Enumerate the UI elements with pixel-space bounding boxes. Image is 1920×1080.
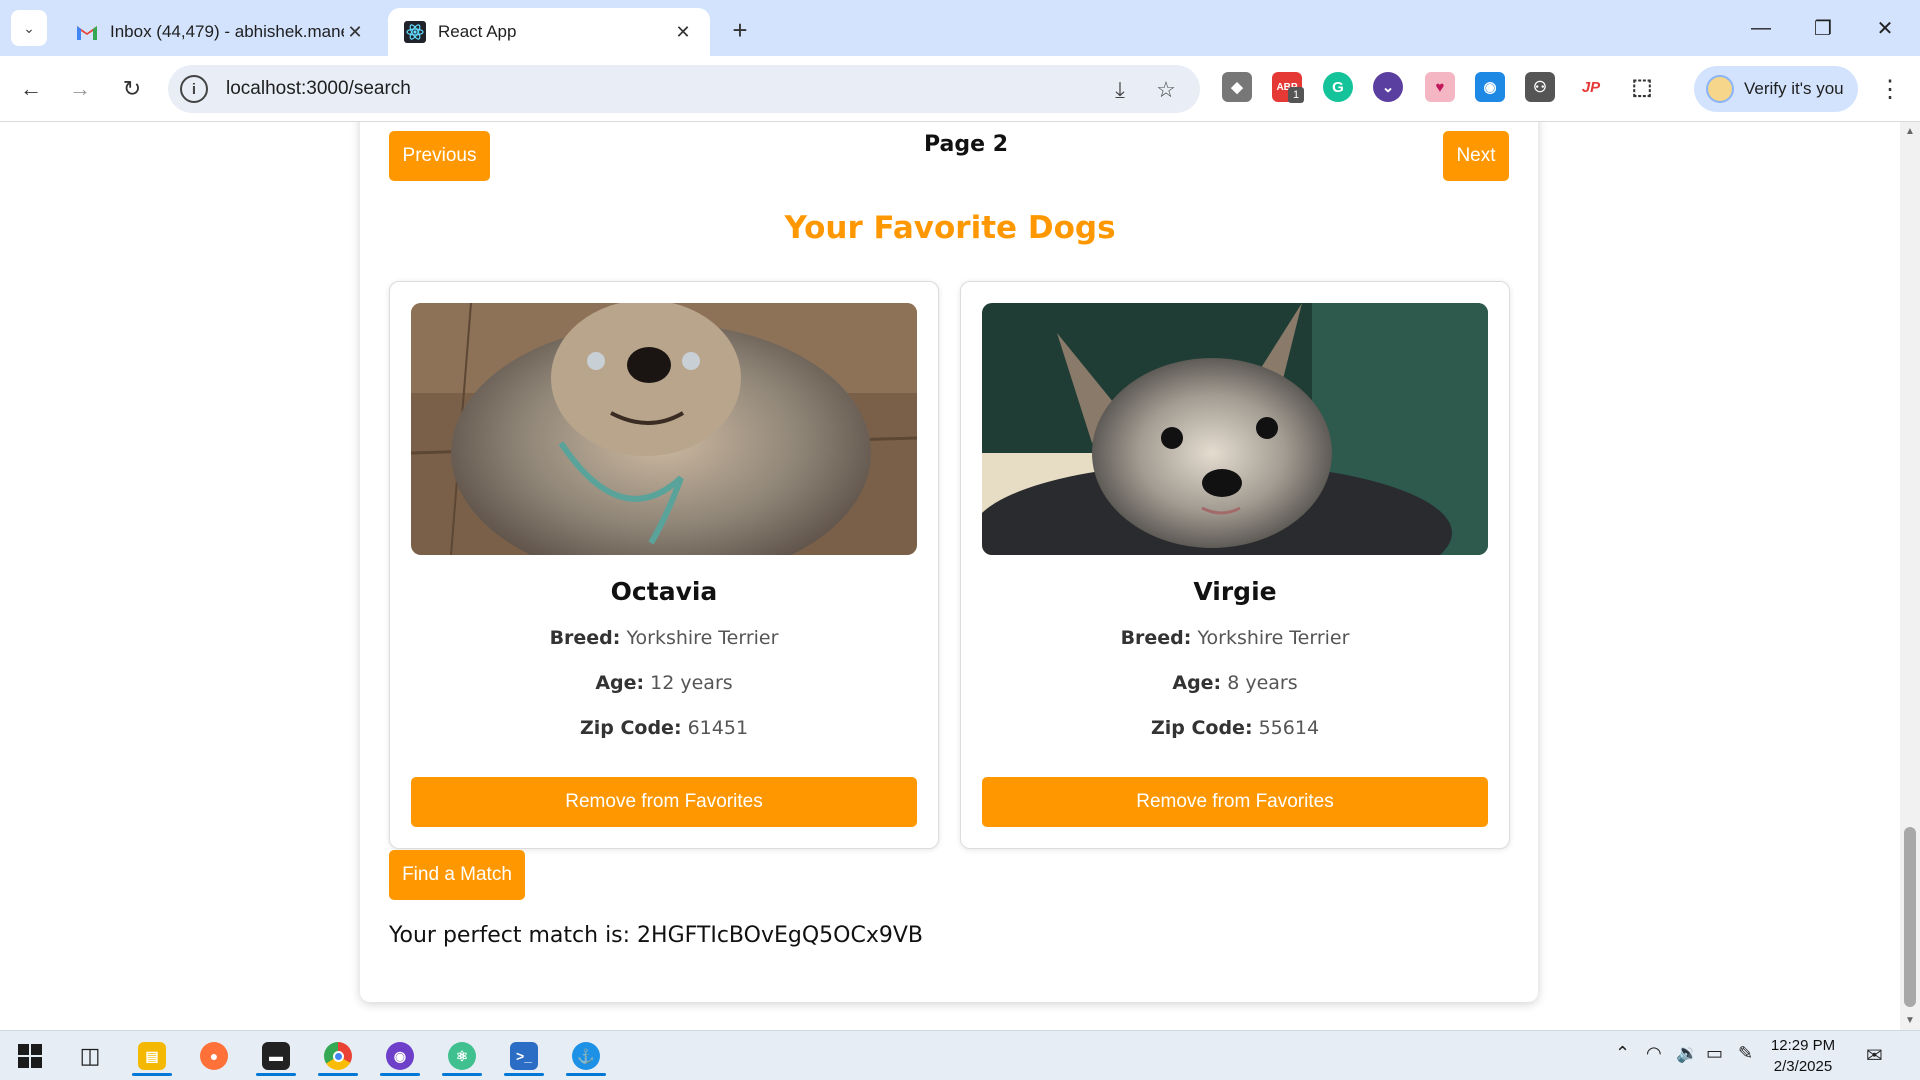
site-info-icon[interactable]: i <box>180 75 208 103</box>
gmail-icon <box>76 21 98 43</box>
windows-taskbar: ◫ ▤ ● ▬ ◉ ⚛ >_ ⚓ ⌃ ◠ 🔉 ▭ ✎ 12:29 PM 2/3/… <box>0 1030 1920 1080</box>
chrome-icon <box>324 1042 352 1070</box>
minimize-button[interactable]: — <box>1732 8 1790 48</box>
tab-title: Inbox (44,479) - abhishek.mane33 <box>110 22 344 41</box>
remove-favorite-button[interactable]: Remove from Favorites <box>411 777 917 827</box>
dog-photo <box>411 303 917 555</box>
robot-extension-icon[interactable]: ⚇ <box>1525 72 1555 102</box>
dog-card: Virgie Breed: Yorkshire Terrier Age: 8 y… <box>960 281 1510 849</box>
arrow-right-icon: → <box>69 76 91 101</box>
profile-verify-button[interactable]: Verify it's you <box>1694 66 1858 112</box>
next-page-button[interactable]: Next <box>1443 131 1509 181</box>
page-indicator: Page 2 <box>923 132 1008 157</box>
dog-name: Octavia <box>610 577 718 606</box>
minimize-icon: — <box>1751 16 1771 39</box>
docker-icon: ⚓ <box>572 1042 600 1070</box>
reload-icon: ↻ <box>122 76 142 101</box>
dog-zip: Zip Code: 55614 <box>1150 717 1320 739</box>
verify-label: Verify it's you <box>1744 79 1844 98</box>
task-view-button[interactable]: ◫ <box>64 1036 116 1076</box>
restore-button[interactable]: ❐ <box>1794 8 1852 48</box>
chevron-down-icon: ⌄ <box>23 19 35 36</box>
powershell-icon: >_ <box>510 1042 538 1070</box>
folder-icon: ▤ <box>138 1042 166 1070</box>
avatar <box>1706 75 1734 103</box>
taskbar-dark-app[interactable]: ▬ <box>250 1036 302 1076</box>
close-window-button[interactable]: ✕ <box>1856 8 1914 48</box>
favorites-heading: Your Favorite Dogs <box>784 210 1116 246</box>
tab-search-button[interactable]: ⌄ <box>11 10 47 46</box>
pocket-extension-icon[interactable]: ♥ <box>1425 72 1455 102</box>
taskbar-atom[interactable]: ⚛ <box>436 1036 488 1076</box>
task-view-icon: ◫ <box>79 1043 101 1068</box>
bookmark-star-icon[interactable]: ☆ <box>1151 75 1181 105</box>
tab-title: React App <box>438 22 517 41</box>
find-match-button[interactable]: Find a Match <box>389 850 525 900</box>
kebab-menu-icon[interactable]: ⋮ <box>1874 72 1906 106</box>
scroll-up-arrow-icon[interactable]: ▲ <box>1904 126 1916 137</box>
address-bar[interactable]: i localhost:3000/search ⤓ ☆ <box>168 65 1200 113</box>
taskbar-chrome[interactable] <box>312 1036 364 1076</box>
battery-icon[interactable]: ▭ <box>1706 1043 1723 1064</box>
arrow-left-icon: ← <box>20 76 42 101</box>
taskbar-file-explorer[interactable]: ▤ <box>126 1036 178 1076</box>
tab-gmail[interactable]: Inbox (44,479) - abhishek.mane33 ✕ <box>60 8 382 56</box>
browser-toolbar: ← → ↻ i localhost:3000/search ⤓ ☆ ◆ ABP … <box>0 56 1920 122</box>
tab-react-app[interactable]: React App ✕ <box>388 8 710 56</box>
tab-strip: ⌄ Inbox (44,479) - abhishek.mane33 ✕ Rea… <box>0 0 1920 56</box>
perfect-match-result: Your perfect match is: 2HGFTIcBOvEgQ5OCx… <box>389 923 923 948</box>
taskbar-powershell[interactable]: >_ <box>498 1036 550 1076</box>
url-text[interactable]: localhost:3000/search <box>226 78 411 100</box>
windows-icon <box>18 1044 42 1068</box>
new-tab-button[interactable]: + <box>724 14 756 46</box>
start-button[interactable] <box>4 1036 56 1076</box>
app-icon: ▬ <box>262 1042 290 1070</box>
jp-extension-icon[interactable]: JP <box>1576 72 1606 102</box>
plus-icon: + <box>732 14 748 45</box>
proton-extension-icon[interactable]: ⌄ <box>1373 72 1403 102</box>
chevron-up-icon[interactable]: ⌃ <box>1615 1043 1630 1064</box>
taskbar-firefox[interactable]: ● <box>188 1036 240 1076</box>
shield-extension-icon[interactable]: ◆ <box>1222 72 1252 102</box>
firefox-icon: ● <box>200 1042 228 1070</box>
dog-card: Octavia Breed: Yorkshire Terrier Age: 12… <box>389 281 939 849</box>
scrollbar-thumb[interactable] <box>1904 827 1916 1007</box>
previous-page-button[interactable]: Previous <box>389 131 490 181</box>
grammarly-extension-icon[interactable]: G <box>1323 72 1353 102</box>
dog-zip: Zip Code: 61451 <box>579 717 749 739</box>
clock-date: 2/3/2025 <box>1773 1058 1833 1075</box>
vertical-scrollbar[interactable]: ▲ ▼ <box>1900 122 1920 1030</box>
dog-photo <box>982 303 1488 555</box>
dog-age: Age: 8 years <box>1172 672 1298 694</box>
wifi-icon[interactable]: ◠ <box>1646 1043 1662 1064</box>
puzzle-extensions-icon[interactable]: ⬚ <box>1627 72 1657 102</box>
taskbar-github-desktop[interactable]: ◉ <box>374 1036 426 1076</box>
dog-name: Virgie <box>1193 577 1277 606</box>
github-icon: ◉ <box>386 1042 414 1070</box>
taskbar-docker[interactable]: ⚓ <box>560 1036 612 1076</box>
close-icon[interactable]: ✕ <box>672 21 694 43</box>
atom-icon: ⚛ <box>448 1042 476 1070</box>
clock-time: 12:29 PM <box>1770 1037 1836 1054</box>
react-icon <box>404 21 426 43</box>
volume-icon[interactable]: 🔉 <box>1676 1043 1698 1064</box>
page-viewport: Previous Page 2 Next Your Favorite Dogs <box>0 122 1900 1030</box>
notification-icon[interactable]: ✉ <box>1866 1043 1883 1068</box>
reload-button[interactable]: ↻ <box>114 71 150 107</box>
install-app-icon[interactable]: ⤓ <box>1105 75 1135 105</box>
scroll-down-arrow-icon[interactable]: ▼ <box>1904 1015 1916 1026</box>
dog-breed: Breed: Yorkshire Terrier <box>1120 627 1350 649</box>
forward-button[interactable]: → <box>62 71 98 107</box>
system-clock[interactable]: 12:29 PM 2/3/2025 <box>1758 1035 1848 1077</box>
remove-favorite-button[interactable]: Remove from Favorites <box>982 777 1488 827</box>
dog-age: Age: 12 years <box>595 672 733 694</box>
dog-breed: Breed: Yorkshire Terrier <box>549 627 779 649</box>
back-button[interactable]: ← <box>13 71 49 107</box>
screen-capture-extension-icon[interactable]: ◉ <box>1475 72 1505 102</box>
restore-icon: ❐ <box>1814 17 1832 40</box>
close-icon[interactable]: ✕ <box>344 21 366 43</box>
extension-badge: 1 <box>1288 87 1304 103</box>
pen-icon[interactable]: ✎ <box>1738 1043 1753 1064</box>
close-icon: ✕ <box>1876 17 1894 40</box>
